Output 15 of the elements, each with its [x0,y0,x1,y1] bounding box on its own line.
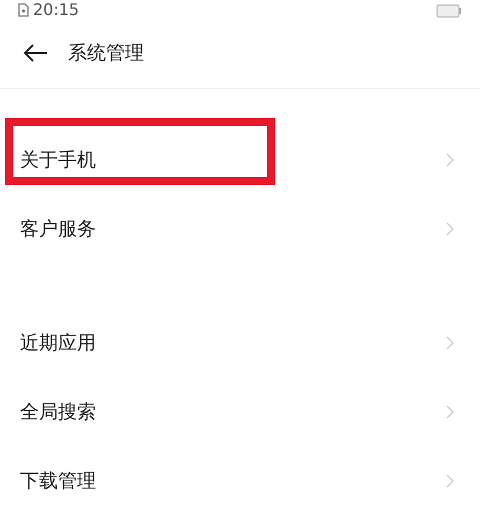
chevron-icon [446,474,454,488]
settings-row[interactable]: 近期应用 [0,308,480,377]
chevron-icon [446,336,454,350]
chevron-icon [446,404,454,418]
clock-time: 20:15 [33,2,80,18]
chevron-icon [446,152,454,166]
sim-icon [18,3,29,17]
page-title: 系统管理 [68,41,144,66]
settings-row[interactable]: 关于手机 [0,125,480,194]
settings-row[interactable]: 客户服务 [0,194,480,263]
back-button[interactable] [22,43,48,63]
chevron-icon [446,222,454,236]
settings-row[interactable]: 下载管理 [0,446,480,515]
settings-row[interactable]: 全局搜索 [0,377,480,446]
battery-icon [436,4,462,18]
